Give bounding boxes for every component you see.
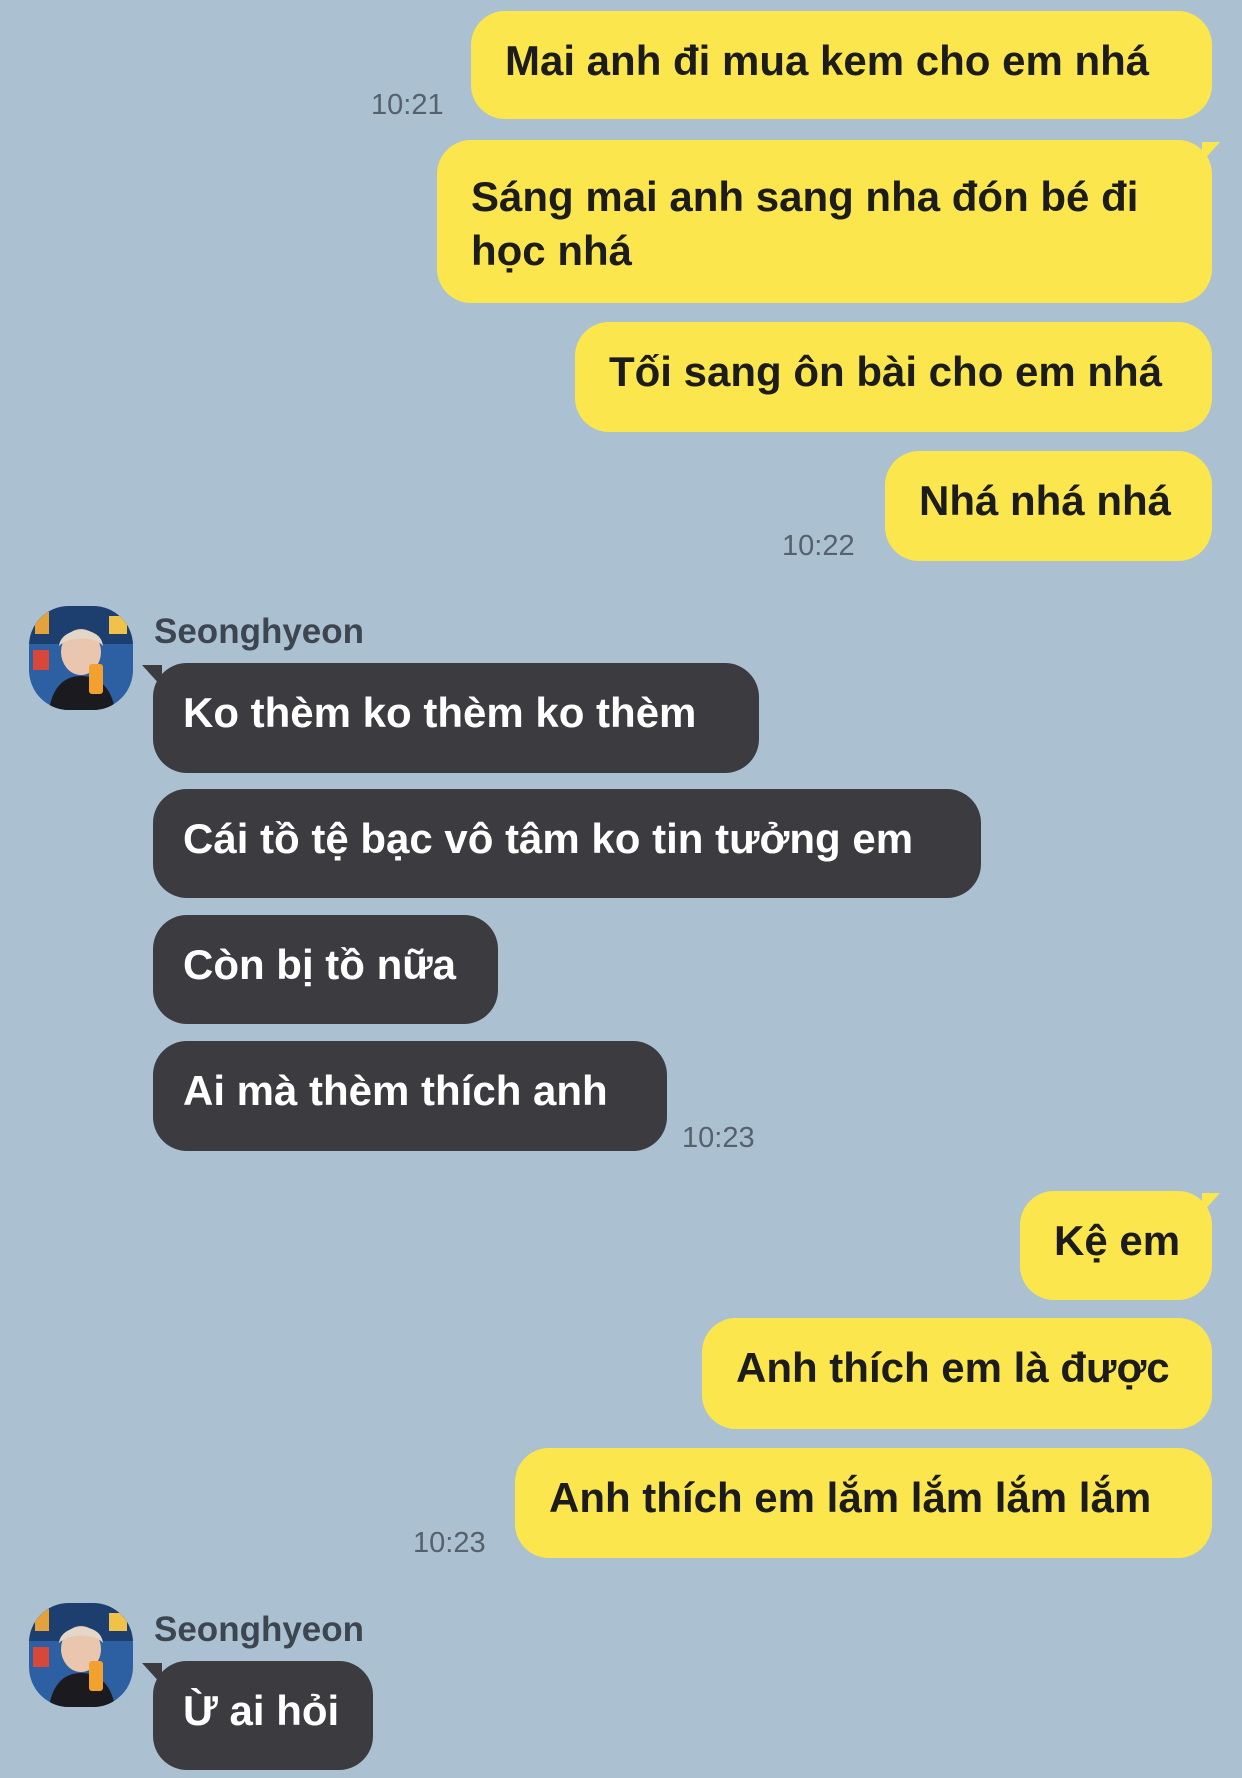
incoming-message-bubble[interactable]: Cái tồ tệ bạc vô tâm ko tin tưởng em [153,789,981,898]
outgoing-message-bubble[interactable]: Anh thích em lắm lắm lắm lắm [515,1448,1212,1558]
message-timestamp: 10:23 [682,1122,755,1154]
outgoing-message-bubble[interactable]: Kệ em [1020,1191,1212,1300]
outgoing-message-bubble[interactable]: Nhá nhá nhá [885,451,1212,561]
sender-name: Seonghyeon [154,1610,365,1649]
sender-name: Seonghyeon [154,612,365,651]
outgoing-message-bubble[interactable]: Tối sang ôn bài cho em nhá [575,322,1212,432]
contact-avatar[interactable] [29,1603,133,1707]
incoming-message-bubble[interactable]: Ko thèm ko thèm ko thèm [153,663,759,773]
outgoing-message-bubble[interactable]: Mai anh đi mua kem cho em nhá [471,11,1212,119]
message-timestamp: 10:23 [413,1527,486,1559]
outgoing-message-bubble[interactable]: Anh thích em là được [702,1318,1212,1429]
message-timestamp: 10:22 [782,530,855,562]
incoming-message-bubble[interactable]: Ai mà thèm thích anh [153,1041,667,1151]
chat-thread[interactable]: 10:21 Mai anh đi mua kem cho em nhá Sáng… [0,0,1242,1778]
incoming-message-bubble[interactable]: Còn bị tồ nữa [153,915,498,1024]
avatar-photo-icon [29,606,133,710]
avatar-photo-icon [29,1603,133,1707]
contact-avatar[interactable] [29,606,133,710]
outgoing-message-bubble[interactable]: Sáng mai anh sang nha đón bé đi học nhá [437,140,1212,303]
incoming-message-bubble[interactable]: Ừ ai hỏi [153,1661,373,1770]
message-timestamp: 10:21 [371,89,444,121]
